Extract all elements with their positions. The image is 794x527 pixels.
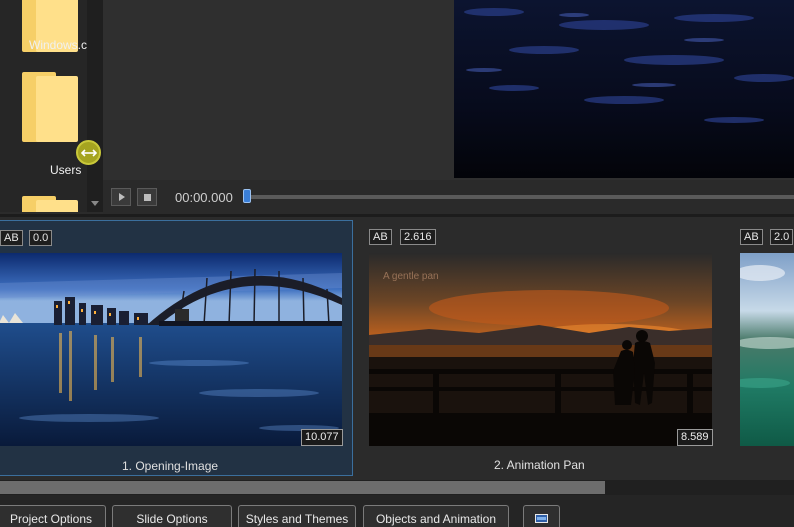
folder-pane-scrollbar[interactable] <box>87 0 103 212</box>
styles-and-themes-button[interactable]: Styles and Themes <box>238 505 356 527</box>
stop-button[interactable] <box>137 188 157 206</box>
slide-thumbnail[interactable] <box>740 253 794 446</box>
folder-item-users[interactable] <box>22 72 82 142</box>
project-options-button[interactable]: Project Options <box>0 505 106 527</box>
folder-item-partial[interactable] <box>22 196 82 212</box>
stop-icon <box>144 194 151 201</box>
slide-start-time: 0.0 <box>29 230 53 246</box>
slide-item-1[interactable]: AB 0.0 10.077 1. Opening-Image <box>0 220 353 476</box>
slide-thumbnail[interactable]: A gentle pan <box>369 253 712 446</box>
time-readout: 00:00.000 <box>175 190 233 205</box>
folder-pane: Windows.c Users <box>0 0 103 212</box>
play-icon <box>119 193 125 201</box>
slide-start-time: 2.0 <box>770 229 794 245</box>
slide-options-button[interactable]: Slide Options <box>112 505 232 527</box>
scroll-down-arrow-icon[interactable] <box>91 201 99 206</box>
slide-list: AB 0.0 10.077 1. Opening-Image AB 2.616 … <box>0 217 794 480</box>
play-button[interactable] <box>111 188 131 206</box>
folder-label: Users <box>50 163 82 177</box>
slideshow-button[interactable] <box>523 505 560 527</box>
transport-bar: 00:00.000 <box>103 180 794 214</box>
preview-video <box>454 0 794 178</box>
transition-badge[interactable]: AB <box>369 229 392 245</box>
slide-item-2[interactable]: AB 2.616 A gentle pan 8.589 2. Animation… <box>365 220 720 476</box>
transition-badge[interactable]: AB <box>740 229 763 245</box>
slide-duration: 10.077 <box>301 429 343 446</box>
scrollbar-thumb[interactable] <box>0 481 605 494</box>
slide-duration: 8.589 <box>677 429 713 446</box>
objects-and-animation-button[interactable]: Objects and Animation <box>363 505 509 527</box>
slide-overlay-text: A gentle pan <box>383 271 439 282</box>
pane-resize-handle-icon[interactable] <box>76 140 101 165</box>
folder-label: Windows.c <box>29 38 88 52</box>
bottom-toolbar: Project Options Slide Options Styles and… <box>0 495 794 527</box>
slide-title: 1. Opening-Image <box>122 459 219 473</box>
slide-title: 2. Animation Pan <box>494 458 585 472</box>
slide-thumbnail[interactable] <box>0 253 342 446</box>
slide-item-3[interactable]: AB 2.0 <box>738 220 794 476</box>
transition-badge[interactable]: AB <box>0 230 23 246</box>
slide-start-time: 2.616 <box>400 229 436 245</box>
slide-list-scrollbar[interactable] <box>0 480 794 495</box>
seek-track[interactable] <box>245 195 794 199</box>
slideshow-icon <box>535 514 548 523</box>
folder-icon <box>22 72 78 142</box>
seek-thumb[interactable] <box>243 189 251 203</box>
folder-icon <box>22 196 78 212</box>
